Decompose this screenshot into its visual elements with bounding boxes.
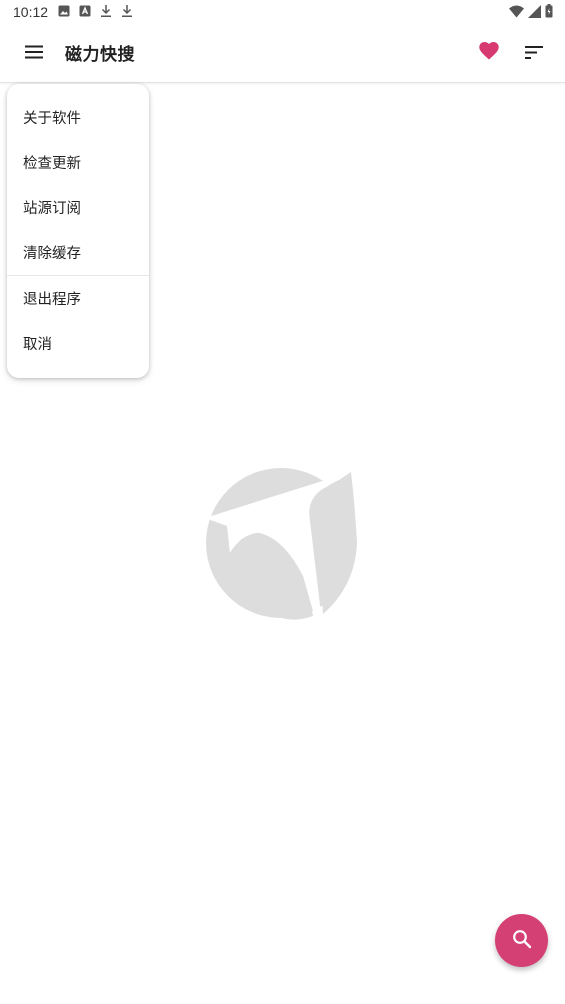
- menu-item-about[interactable]: 关于软件: [7, 95, 149, 140]
- wifi-icon: [509, 5, 524, 18]
- menu-item-cancel[interactable]: 取消: [7, 321, 149, 366]
- search-fab-button[interactable]: [495, 914, 548, 967]
- menu-item-exit[interactable]: 退出程序: [7, 276, 149, 321]
- battery-icon: [545, 4, 553, 18]
- hamburger-menu-button[interactable]: [19, 38, 49, 68]
- app-icon: [79, 5, 91, 17]
- status-bar: 10:12: [0, 0, 565, 24]
- image-icon: [58, 5, 70, 17]
- search-icon: [512, 929, 532, 953]
- signal-icon: [528, 4, 541, 18]
- download-icon: [100, 4, 112, 18]
- hamburger-menu-icon: [25, 44, 43, 63]
- app-title: 磁力快搜: [65, 45, 135, 65]
- app-logo-icon: [205, 468, 360, 626]
- app-bar: 磁力快搜: [0, 24, 565, 83]
- status-notification-icons: [58, 4, 133, 18]
- favorite-button[interactable]: [474, 38, 504, 68]
- menu-item-check-update[interactable]: 检查更新: [7, 140, 149, 185]
- menu-item-source-subscription[interactable]: 站源订阅: [7, 185, 149, 230]
- sort-icon: [525, 44, 543, 63]
- sort-button[interactable]: [519, 38, 549, 68]
- heart-icon: [479, 42, 499, 64]
- center-logo: [205, 466, 360, 622]
- dropdown-menu: 关于软件 检查更新 站源订阅 清除缓存 退出程序 取消: [7, 84, 149, 378]
- status-time: 10:12: [13, 4, 49, 20]
- menu-item-clear-cache[interactable]: 清除缓存: [7, 230, 149, 275]
- app-screen: 10:12 磁力快搜 关于软件 检查更新 站源订阅 清除缓存 退出程序 取消: [0, 0, 565, 1004]
- status-system-icons: [509, 4, 553, 18]
- download-icon: [121, 4, 133, 18]
